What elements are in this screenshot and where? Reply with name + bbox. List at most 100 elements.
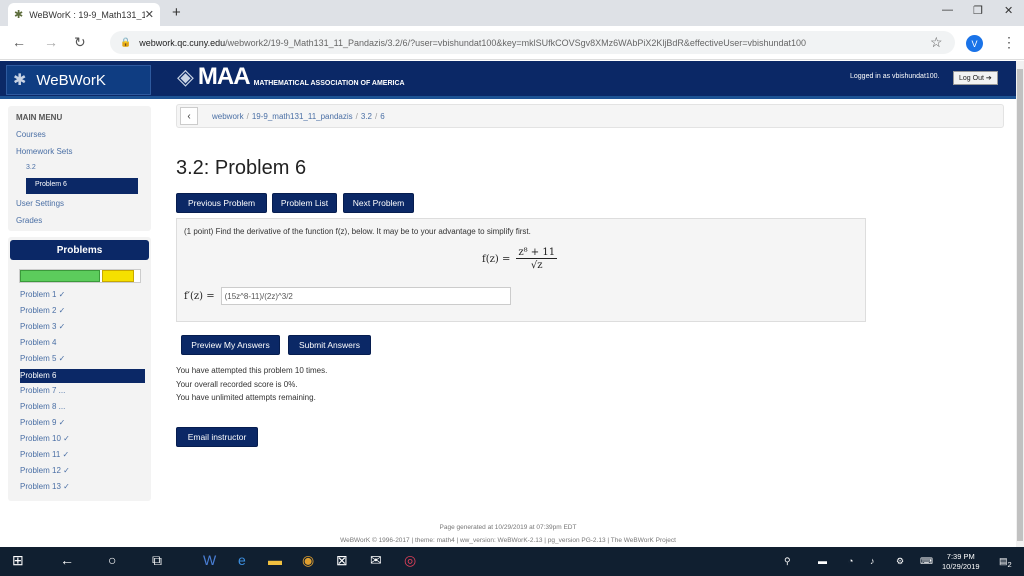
logout-button[interactable]: Log Out ➔ [953,71,998,85]
problem-list-item[interactable]: Problem 4 [20,338,56,347]
problem-list-item[interactable]: Problem 7 ... [20,386,65,395]
menu-current-problem[interactable]: Problem 6 [26,178,138,194]
clock-time: 7:39 PM [946,552,975,561]
taskbar: ⊞ ← ○ ⧉ W e ▬ ◉ ⊠ ✉ ◎ ⚲ ▬ ◔ ♪ ⚙ ⌨ 7:39 P… [0,547,1024,576]
maa-emblem-icon: ◈ [177,64,194,89]
breadcrumb: ‹ webwork/19-9_math131_11_pandazis/3.2/6 [176,104,1004,128]
address-bar[interactable]: 🔒 webwork.qc.cuny.edu/webwork2/19-9_Math… [110,31,955,54]
problem-list-item[interactable]: Problem 1 ✓ [20,290,65,299]
footer-version: WeBWorK © 1996-2017 | theme: math4 | ww_… [340,537,676,544]
maa-logo[interactable]: ◈ MAA MATHEMATICAL ASSOCIATION OF AMERIC… [177,63,405,91]
problem-list-item[interactable]: Problem 8 ... [20,402,65,411]
problem-formula: f(z) = z⁸ + 11 √z [482,247,558,271]
action-icon[interactable]: ⚙ [896,556,904,567]
problems-panel: Problems Problem 1 ✓ Problem 2 ✓ Problem 3… [8,237,151,501]
problem-list-item[interactable]: Problem 6 [20,369,145,383]
attempts-message: You have attempted this problem 10 times… [176,366,328,375]
problem-list-item[interactable]: Problem 10 ✓ [20,434,70,443]
edge-browser-icon[interactable]: e [238,552,246,568]
people-icon[interactable]: ⚲ [784,556,791,567]
restore-icon[interactable]: ❐ [973,4,983,17]
volume-icon[interactable]: ♪ [870,556,875,566]
back-button[interactable]: ‹ [180,107,198,125]
maa-logo-subtext: MATHEMATICAL ASSOCIATION OF AMERICA [253,79,405,87]
submit-answers-button[interactable]: Submit Answers [288,335,371,355]
notification-count: 2 [1007,559,1012,569]
bookmark-star-icon[interactable]: ☆ [930,34,943,51]
profile-avatar[interactable]: V [966,35,983,52]
page-scrollbar[interactable] [1016,61,1024,547]
formula-denominator: √z [530,260,543,271]
next-problem-button[interactable]: Next Problem [343,193,414,213]
webwork-header: ✱ WeBWorK ◈ MAA MATHEMATICAL ASSOCIATION… [0,61,1016,99]
app-icon[interactable]: ◎ [404,552,416,569]
notification-center-icon[interactable]: ▤2 [999,556,1012,569]
chevron-left-icon: ‹ [187,110,191,122]
answer-input[interactable] [220,287,511,305]
menu-set-item[interactable]: 3.2 [26,164,36,171]
url-path: /webwork2/19-9_Math131_11_Pandazis/3.2/6… [225,37,807,48]
store-app-icon[interactable]: ⊠ [336,552,348,569]
windows-start-icon[interactable]: ⊞ [12,552,24,569]
problems-panel-title: Problems [10,240,149,260]
webwork-logo[interactable]: ✱ WeBWorK [6,65,151,95]
chrome-app-icon[interactable]: ◉ [302,552,314,569]
breadcrumb-section[interactable]: 3.2 [361,112,372,121]
browser-menu-icon[interactable]: ⋮ [1002,34,1016,51]
keyboard-icon[interactable]: ⌨ [920,556,933,567]
formula-numerator: z⁸ + 11 [516,247,558,259]
taskbar-clock[interactable]: 7:39 PM 10/29/2019 [942,552,980,572]
preview-answers-button[interactable]: Preview My Answers [181,335,280,355]
formula-lhs: f(z) = [482,253,511,265]
breadcrumb-course[interactable]: webwork [212,112,244,121]
progress-correct [20,270,100,282]
window-close-icon[interactable]: ✕ [1004,4,1013,17]
problem-list-item[interactable]: Problem 12 ✓ [20,466,70,475]
browser-toolbar: ← → ↻ 🔒 webwork.qc.cuny.edu/webwork2/19-… [0,26,1024,60]
menu-grades[interactable]: Grades [16,216,42,225]
back-arrow-icon[interactable]: ← [12,34,26,50]
footer-generated: Page generated at 10/29/2019 at 07:39pm … [439,524,577,531]
menu-homework-sets[interactable]: Homework Sets [16,147,72,156]
maa-logo-text: MAA [197,63,251,90]
new-tab-icon[interactable]: + [172,4,181,21]
logged-in-text: Logged in as vbishundat100. [850,73,940,80]
problem-statement-box: (1 point) Find the derivative of the fun… [176,218,866,322]
previous-problem-button[interactable]: Previous Problem [176,193,267,213]
problem-list-button[interactable]: Problem List [272,193,337,213]
wifi-icon[interactable]: ◔ [848,556,853,566]
battery-icon[interactable]: ▬ [818,556,827,566]
forward-arrow-icon[interactable]: → [44,34,58,50]
problem-list-item[interactable]: Problem 5 ✓ [20,354,65,363]
problem-list-item[interactable]: Problem 11 ✓ [20,450,69,459]
progress-bar [19,269,141,283]
logout-icon: ➔ [985,75,992,82]
webwork-logo-icon: ✱ [13,72,27,89]
mail-app-icon[interactable]: ✉ [370,552,382,569]
webwork-favicon-icon: ✱ [14,9,24,21]
minimize-icon[interactable]: — [942,4,953,16]
breadcrumb-set[interactable]: 19-9_math131_11_pandazis [252,112,353,121]
breadcrumb-problem: 6 [380,111,385,121]
logout-label: Log Out [959,75,984,82]
problem-list-item[interactable]: Problem 9 ✓ [20,418,65,427]
main-menu-title: MAIN MENU [16,113,63,122]
email-instructor-button[interactable]: Email instructor [176,427,258,447]
lock-icon: 🔒 [120,37,132,47]
menu-courses[interactable]: Courses [16,130,46,139]
site-name: WeBWorK [36,71,106,89]
problem-list-item[interactable]: Problem 13 ✓ [20,482,70,491]
scrollbar-thumb[interactable] [1017,69,1023,541]
browser-tab[interactable]: ✱ WeBWorK : 19-9_Math131_11_ ✕ [8,3,160,26]
file-explorer-icon[interactable]: ▬ [268,552,282,568]
menu-user-settings[interactable]: User Settings [16,199,64,208]
problem-list-item[interactable]: Problem 3 ✓ [20,322,65,331]
close-tab-icon[interactable]: ✕ [145,8,154,21]
cortana-search-icon[interactable]: ○ [108,552,116,568]
taskbar-back-icon[interactable]: ← [60,552,74,568]
word-app-icon[interactable]: W [203,552,216,568]
task-view-icon[interactable]: ⧉ [152,552,162,569]
reload-icon[interactable]: ↻ [74,34,86,51]
page-title: 3.2: Problem 6 [176,157,307,179]
problem-list-item[interactable]: Problem 2 ✓ [20,306,65,315]
